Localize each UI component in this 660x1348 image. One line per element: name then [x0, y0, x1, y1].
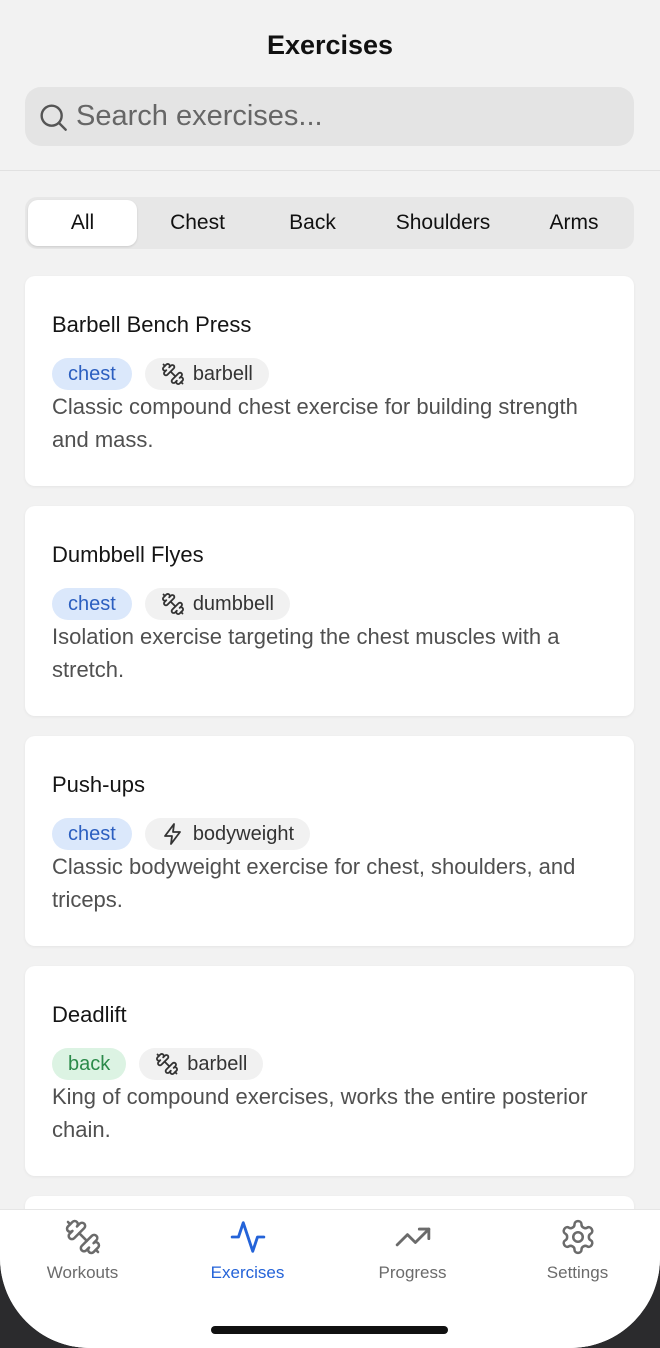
filter-shoulders[interactable]: Shoulders [367, 200, 519, 246]
exercise-description: Classic bodyweight exercise for chest, s… [52, 854, 576, 912]
tab-label: Settings [546, 1263, 609, 1282]
equipment-label: barbell [192, 362, 253, 385]
muscle-tag: chest [52, 588, 132, 620]
home-indicator [211, 1326, 448, 1334]
exercise-name: Barbell Bench Press [52, 312, 252, 337]
filter-all[interactable]: All [28, 200, 137, 246]
muscle-tag: chest [52, 358, 132, 390]
trending-up-icon [395, 1227, 430, 1247]
search-input[interactable] [76, 100, 616, 133]
tab-label: Workouts [46, 1263, 119, 1282]
muscle-filter: All Chest Back Shoulders Arms [25, 197, 634, 249]
tab-workouts[interactable]: Workouts [0, 1218, 165, 1283]
exercise-description: King of compound exercises, works the en… [52, 1084, 588, 1142]
filter-back[interactable]: Back [258, 200, 367, 246]
muscle-tag: back [52, 1048, 127, 1080]
equipment-label: barbell [187, 1052, 248, 1075]
exercise-name: Deadlift [52, 1002, 127, 1027]
tab-label: Progress [378, 1263, 447, 1282]
equipment-label: bodyweight [192, 822, 294, 845]
header: Exercises [0, 0, 660, 171]
gear-icon [561, 1219, 594, 1255]
tab-settings[interactable]: Settings [495, 1218, 660, 1283]
tab-label: Exercises [210, 1263, 285, 1282]
tab-progress[interactable]: Progress [330, 1218, 495, 1283]
filter-arms[interactable]: Arms [519, 200, 629, 246]
filter-chest[interactable]: Chest [137, 200, 258, 246]
exercise-card[interactable]: Deadlift back barbell King of compound e… [25, 966, 634, 1176]
activity-icon [230, 1221, 265, 1253]
exercise-name: Push-ups [52, 772, 145, 797]
lightning-icon [163, 823, 181, 845]
page-title: Exercises [266, 30, 394, 60]
exercise-tags: chest dumbbell [52, 588, 607, 620]
exercise-card[interactable]: Barbell Bench Press chest barbell Classi… [25, 276, 634, 486]
exercise-card[interactable]: Dumbbell Flyes chest dumbbell Isolation … [25, 506, 634, 716]
equipment-tag: barbell [139, 1048, 264, 1080]
dumbbell-icon [161, 593, 184, 615]
dumbbell-icon [65, 1219, 100, 1255]
dumbbell-icon [156, 1053, 179, 1075]
exercise-description: Classic compound chest exercise for buil… [52, 394, 578, 452]
equipment-tag: barbell [144, 358, 269, 390]
exercise-tags: back barbell [52, 1048, 607, 1080]
equipment-tag: bodyweight [144, 818, 310, 850]
exercise-card[interactable]: Push-ups chest bodyweight Classic bodywe… [25, 736, 634, 946]
dumbbell-icon [161, 363, 184, 385]
app-screen: Exercises All Chest Back Shoulders Arms … [0, 0, 660, 1348]
exercise-tags: chest barbell [52, 358, 607, 390]
equipment-tag: dumbbell [144, 588, 290, 620]
muscle-tag: chest [52, 818, 132, 850]
search-icon [40, 103, 67, 131]
search-bar[interactable] [25, 87, 634, 146]
exercise-name: Dumbbell Flyes [52, 542, 204, 567]
exercise-tags: chest bodyweight [52, 818, 607, 850]
tab-exercises[interactable]: Exercises [165, 1218, 330, 1283]
exercise-description: Isolation exercise targeting the chest m… [52, 624, 560, 682]
equipment-label: dumbbell [192, 592, 274, 615]
